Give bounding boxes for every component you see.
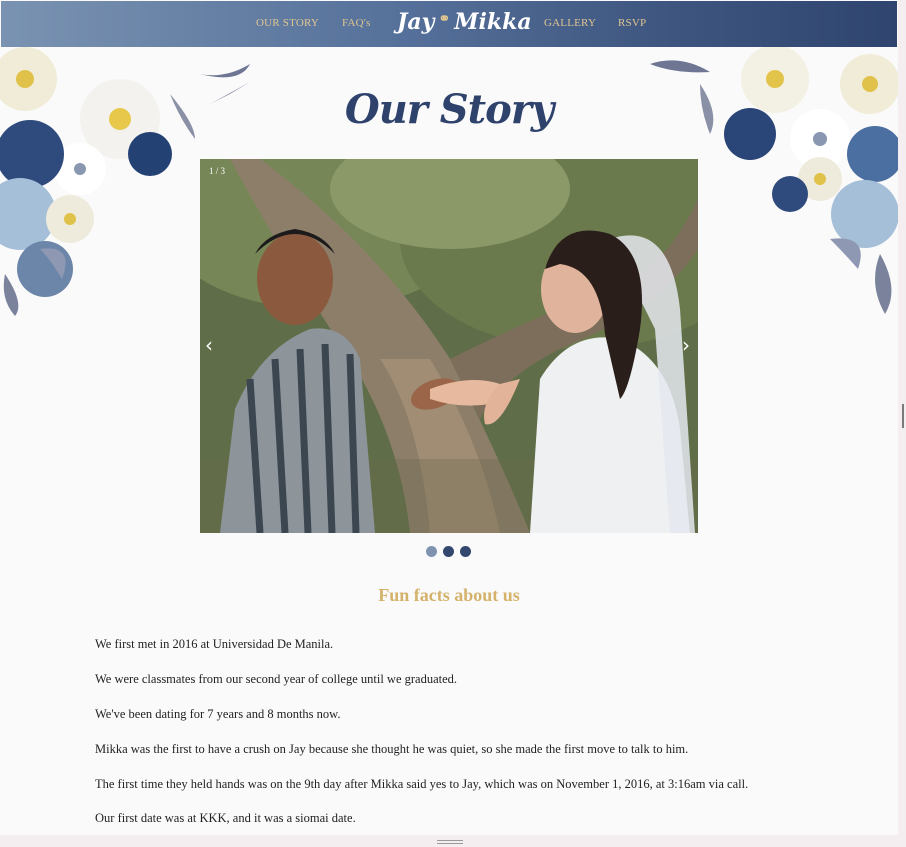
brand-name-jay: Jay [397,9,435,35]
fun-fact-item: Our first date was at KKK, and it was a … [95,811,356,825]
drag-handle-icon[interactable] [437,840,463,846]
nav-link-our-story[interactable]: OUR STORY [256,17,319,29]
couple-photo [200,159,698,533]
nav-link-rsvp[interactable]: RSVP [618,17,646,29]
fun-facts-title: Fun facts about us [378,585,520,605]
fun-fact-item: Mikka was the first to have a crush on J… [95,742,689,756]
chevron-right-icon[interactable]: › [682,335,690,355]
carousel-indicators [426,542,477,557]
fun-fact-item: We first met in 2016 at Universidad De M… [95,637,334,651]
fun-fact-item: The first time they held hands was on th… [95,777,749,791]
brand-logo[interactable]: Jay ⚭ Mikka [397,9,532,39]
page-title: Our Story [344,86,554,133]
nav-link-faqs[interactable]: FAQ's [342,17,370,29]
brand-name-mikka: Mikka [454,9,532,35]
fun-fact-item: We were classmates from our second year … [95,672,458,686]
fun-fact-item: We've been dating for 7 years and 8 mont… [95,707,341,721]
photo-carousel[interactable]: 1 / 3 ‹ › [200,159,698,533]
slide-counter: 1 / 3 [209,166,226,176]
scrollbar-thumb[interactable] [902,404,904,428]
nav-link-gallery[interactable]: GALLERY [544,17,596,29]
top-navbar: OUR STORY FAQ's Jay ⚭ Mikka GALLERY RSVP [1,1,897,47]
carousel-dot[interactable] [443,546,454,557]
page: Our Story 1 / 3 ‹ › Fun facts about us W… [0,0,898,835]
carousel-dot[interactable] [426,546,437,557]
chevron-left-icon[interactable]: ‹ [205,335,213,355]
carousel-dot[interactable] [460,546,471,557]
rings-icon: ⚭ [438,11,451,27]
